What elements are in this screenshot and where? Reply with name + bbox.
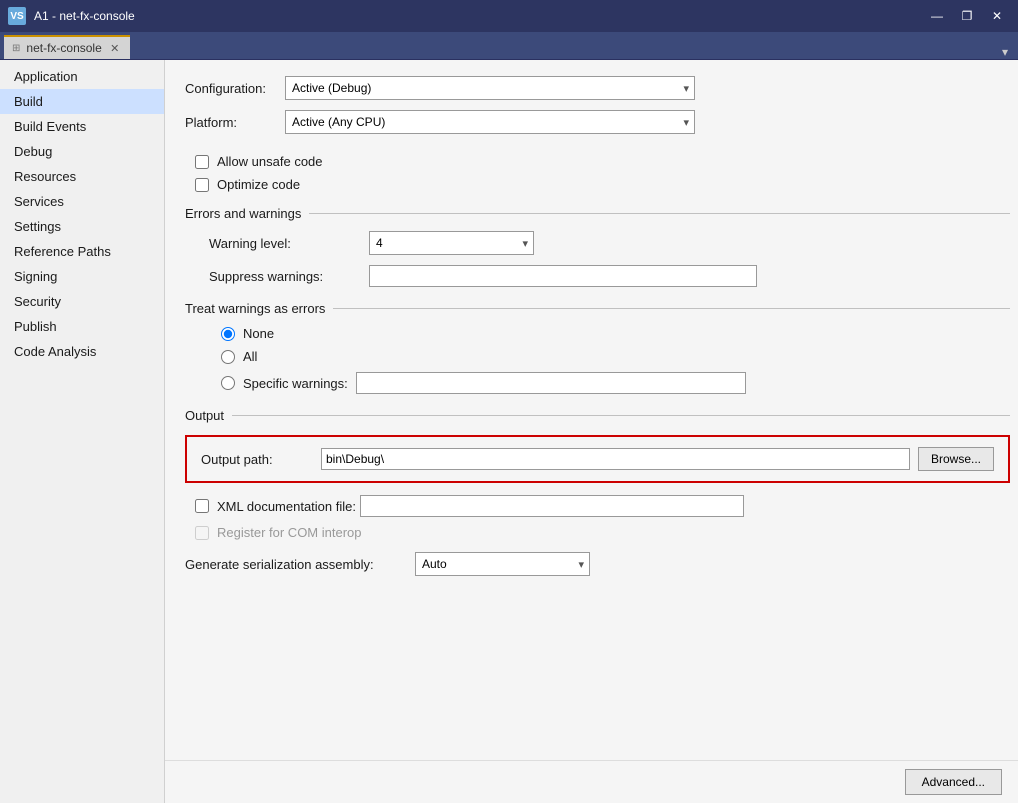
- com-interop-label: Register for COM interop: [217, 525, 362, 540]
- sidebar-item-build-events[interactable]: Build Events: [0, 114, 164, 139]
- sidebar-item-settings[interactable]: Settings: [0, 214, 164, 239]
- pin-icon: ⊞: [12, 43, 20, 54]
- minimize-button[interactable]: —: [924, 7, 950, 25]
- configuration-row: Configuration: Active (Debug): [185, 76, 1010, 100]
- output-section-header: Output: [185, 408, 1010, 423]
- suppress-warnings-label: Suppress warnings:: [209, 269, 369, 284]
- document-tab[interactable]: ⊞ net-fx-console ✕: [4, 35, 130, 59]
- sidebar-item-services[interactable]: Services: [0, 189, 164, 214]
- output-title: Output: [185, 408, 224, 423]
- restore-button[interactable]: ❐: [954, 7, 980, 25]
- platform-select-wrapper: Active (Any CPU): [285, 110, 695, 134]
- main-layout: Application Build Build Events Debug Res…: [0, 60, 1018, 803]
- title-bar: VS A1 - net-fx-console — ❐ ✕: [0, 0, 1018, 32]
- content-scroll[interactable]: Configuration: Active (Debug) Platform: …: [165, 60, 1018, 760]
- errors-warnings-title: Errors and warnings: [185, 206, 301, 221]
- sidebar-item-signing[interactable]: Signing: [0, 264, 164, 289]
- optimize-code-row: Optimize code: [185, 177, 1010, 192]
- close-button[interactable]: ✕: [984, 7, 1010, 25]
- sidebar-item-resources[interactable]: Resources: [0, 164, 164, 189]
- sidebar-item-build[interactable]: Build: [0, 89, 164, 114]
- xml-doc-label: XML documentation file:: [217, 499, 356, 514]
- radio-all-label: All: [243, 349, 257, 364]
- sidebar: Application Build Build Events Debug Res…: [0, 60, 165, 803]
- suppress-warnings-row: Suppress warnings:: [185, 265, 1010, 287]
- treat-warnings-title: Treat warnings as errors: [185, 301, 325, 316]
- configuration-select[interactable]: Active (Debug): [285, 76, 695, 100]
- radio-specific-label: Specific warnings:: [243, 376, 348, 391]
- warning-level-row: Warning level: 4: [185, 231, 1010, 255]
- sidebar-item-application[interactable]: Application: [0, 64, 164, 89]
- sidebar-item-code-analysis[interactable]: Code Analysis: [0, 339, 164, 364]
- xml-doc-row: XML documentation file:: [185, 495, 1010, 517]
- xml-doc-input[interactable]: [360, 495, 744, 517]
- optimize-code-label: Optimize code: [217, 177, 300, 192]
- tab-bar: ⊞ net-fx-console ✕ ▾: [0, 32, 1018, 60]
- output-section: Output path: Browse...: [185, 435, 1010, 483]
- output-path-label: Output path:: [201, 452, 321, 467]
- radio-none[interactable]: [221, 327, 235, 341]
- warning-level-select-wrapper: 4: [369, 231, 534, 255]
- sidebar-item-reference-paths[interactable]: Reference Paths: [0, 239, 164, 264]
- platform-select[interactable]: Active (Any CPU): [285, 110, 695, 134]
- treat-warnings-radio-group: None All Specific warnings:: [185, 326, 1010, 394]
- sidebar-item-publish[interactable]: Publish: [0, 314, 164, 339]
- radio-all[interactable]: [221, 350, 235, 364]
- treat-warnings-section: Treat warnings as errors: [185, 301, 1010, 316]
- com-interop-checkbox[interactable]: [195, 526, 209, 540]
- unsafe-code-row: Allow unsafe code: [185, 154, 1010, 169]
- generate-serialization-row: Generate serialization assembly: Auto: [185, 552, 1010, 576]
- output-path-row: Output path: Browse...: [201, 447, 994, 471]
- radio-all-row: All: [221, 349, 1010, 364]
- window-controls: — ❐ ✕: [924, 7, 1010, 25]
- xml-doc-checkbox[interactable]: [195, 499, 209, 513]
- radio-none-row: None: [221, 326, 1010, 341]
- platform-row: Platform: Active (Any CPU): [185, 110, 1010, 134]
- unsafe-code-label: Allow unsafe code: [217, 154, 323, 169]
- generate-serialization-select[interactable]: Auto: [415, 552, 590, 576]
- unsafe-code-checkbox[interactable]: [195, 155, 209, 169]
- radio-specific-row: Specific warnings:: [221, 372, 1010, 394]
- app-icon: VS: [8, 7, 26, 25]
- suppress-warnings-input[interactable]: [369, 265, 757, 287]
- configuration-label: Configuration:: [185, 81, 285, 96]
- sidebar-item-debug[interactable]: Debug: [0, 139, 164, 164]
- warning-level-label: Warning level:: [209, 236, 369, 251]
- tab-label: net-fx-console: [26, 41, 101, 55]
- radio-none-label: None: [243, 326, 274, 341]
- specific-warnings-input[interactable]: [356, 372, 746, 394]
- section-divider: [309, 213, 1010, 214]
- generate-serialization-wrapper: Auto: [415, 552, 590, 576]
- treat-warnings-divider: [333, 308, 1010, 309]
- output-path-input[interactable]: [321, 448, 910, 470]
- advanced-button[interactable]: Advanced...: [905, 769, 1002, 795]
- warning-level-select[interactable]: 4: [369, 231, 534, 255]
- com-interop-row: Register for COM interop: [185, 525, 1010, 540]
- optimize-code-checkbox[interactable]: [195, 178, 209, 192]
- radio-specific[interactable]: [221, 376, 235, 390]
- errors-warnings-section: Errors and warnings: [185, 206, 1010, 221]
- generate-serialization-label: Generate serialization assembly:: [185, 557, 415, 572]
- configuration-select-wrapper: Active (Debug): [285, 76, 695, 100]
- tab-close-button[interactable]: ✕: [108, 41, 122, 55]
- sidebar-item-security[interactable]: Security: [0, 289, 164, 314]
- content-area: Configuration: Active (Debug) Platform: …: [165, 60, 1018, 803]
- window-title: A1 - net-fx-console: [34, 9, 924, 23]
- output-divider: [232, 415, 1010, 416]
- platform-label: Platform:: [185, 115, 285, 130]
- bottom-bar: Advanced...: [165, 760, 1018, 803]
- browse-button[interactable]: Browse...: [918, 447, 994, 471]
- tab-dropdown-button[interactable]: ▾: [996, 45, 1014, 59]
